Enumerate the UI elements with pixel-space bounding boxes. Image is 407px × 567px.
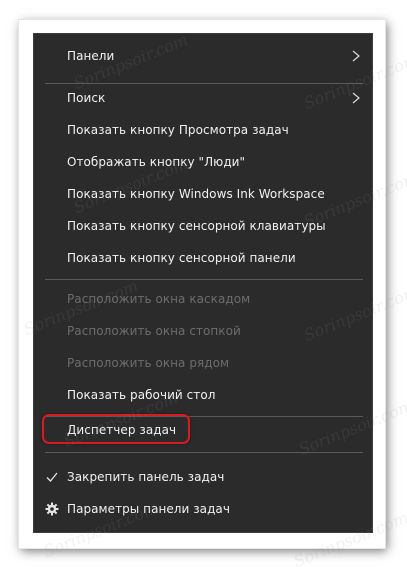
menu-item-show-task-view[interactable]: Показать кнопку Просмотра задач: [34, 114, 372, 146]
menu-item-show-ink-workspace[interactable]: Показать кнопку Windows Ink Workspace: [34, 178, 372, 210]
menu-item-label: Панели: [67, 49, 115, 63]
menu-item-label: Показать кнопку Просмотра задач: [67, 123, 289, 137]
menu-item-label: Показать кнопку сенсорной панели: [67, 251, 296, 265]
menu-item-task-manager[interactable]: Диспетчер задач: [34, 414, 372, 446]
taskbar-context-menu: Панели Поиск Показать кнопку Просмотра з…: [33, 33, 373, 533]
screenshot-page: Панели Поиск Показать кнопку Просмотра з…: [0, 0, 407, 567]
menu-separator: [45, 279, 363, 280]
menu-item-label: Показать рабочий стол: [67, 388, 216, 402]
menu-item-show-desktop[interactable]: Показать рабочий стол: [34, 379, 372, 411]
menu-item-stack-windows: Расположить окна стопкой: [34, 315, 372, 347]
menu-item-cascade-windows: Расположить окна каскадом: [34, 283, 372, 315]
menu-item-label: Параметры панели задач: [67, 502, 230, 516]
menu-item-show-touchpad[interactable]: Показать кнопку сенсорной панели: [34, 242, 372, 274]
menu-item-side-by-side-windows: Расположить окна рядом: [34, 347, 372, 379]
menu-item-label: Расположить окна каскадом: [67, 292, 251, 306]
menu-item-show-people[interactable]: Отображать кнопку "Люди": [34, 146, 372, 178]
menu-item-label: Отображать кнопку "Люди": [67, 155, 246, 169]
menu-item-toolbars[interactable]: Панели: [34, 40, 372, 72]
menu-item-search[interactable]: Поиск: [34, 82, 372, 114]
menu-separator: [45, 452, 363, 453]
menu-item-label: Показать кнопку сенсорной клавиатуры: [67, 219, 326, 233]
menu-item-label: Поиск: [67, 91, 106, 105]
menu-item-label: Расположить окна рядом: [67, 356, 230, 370]
menu-item-label: Расположить окна стопкой: [67, 324, 241, 338]
gear-icon: [45, 502, 59, 516]
chevron-right-icon: [352, 50, 360, 62]
menu-item-taskbar-settings[interactable]: Параметры панели задач: [34, 493, 372, 525]
menu-item-label: Закрепить панель задач: [67, 470, 225, 484]
chevron-right-icon: [352, 92, 360, 104]
menu-item-show-touch-keyboard[interactable]: Показать кнопку сенсорной клавиатуры: [34, 210, 372, 242]
menu-item-label: Диспетчер задач: [67, 423, 177, 437]
menu-item-label: Показать кнопку Windows Ink Workspace: [67, 187, 325, 201]
menu-item-lock-taskbar[interactable]: Закрепить панель задач: [34, 461, 372, 493]
checkmark-icon: [46, 472, 58, 482]
